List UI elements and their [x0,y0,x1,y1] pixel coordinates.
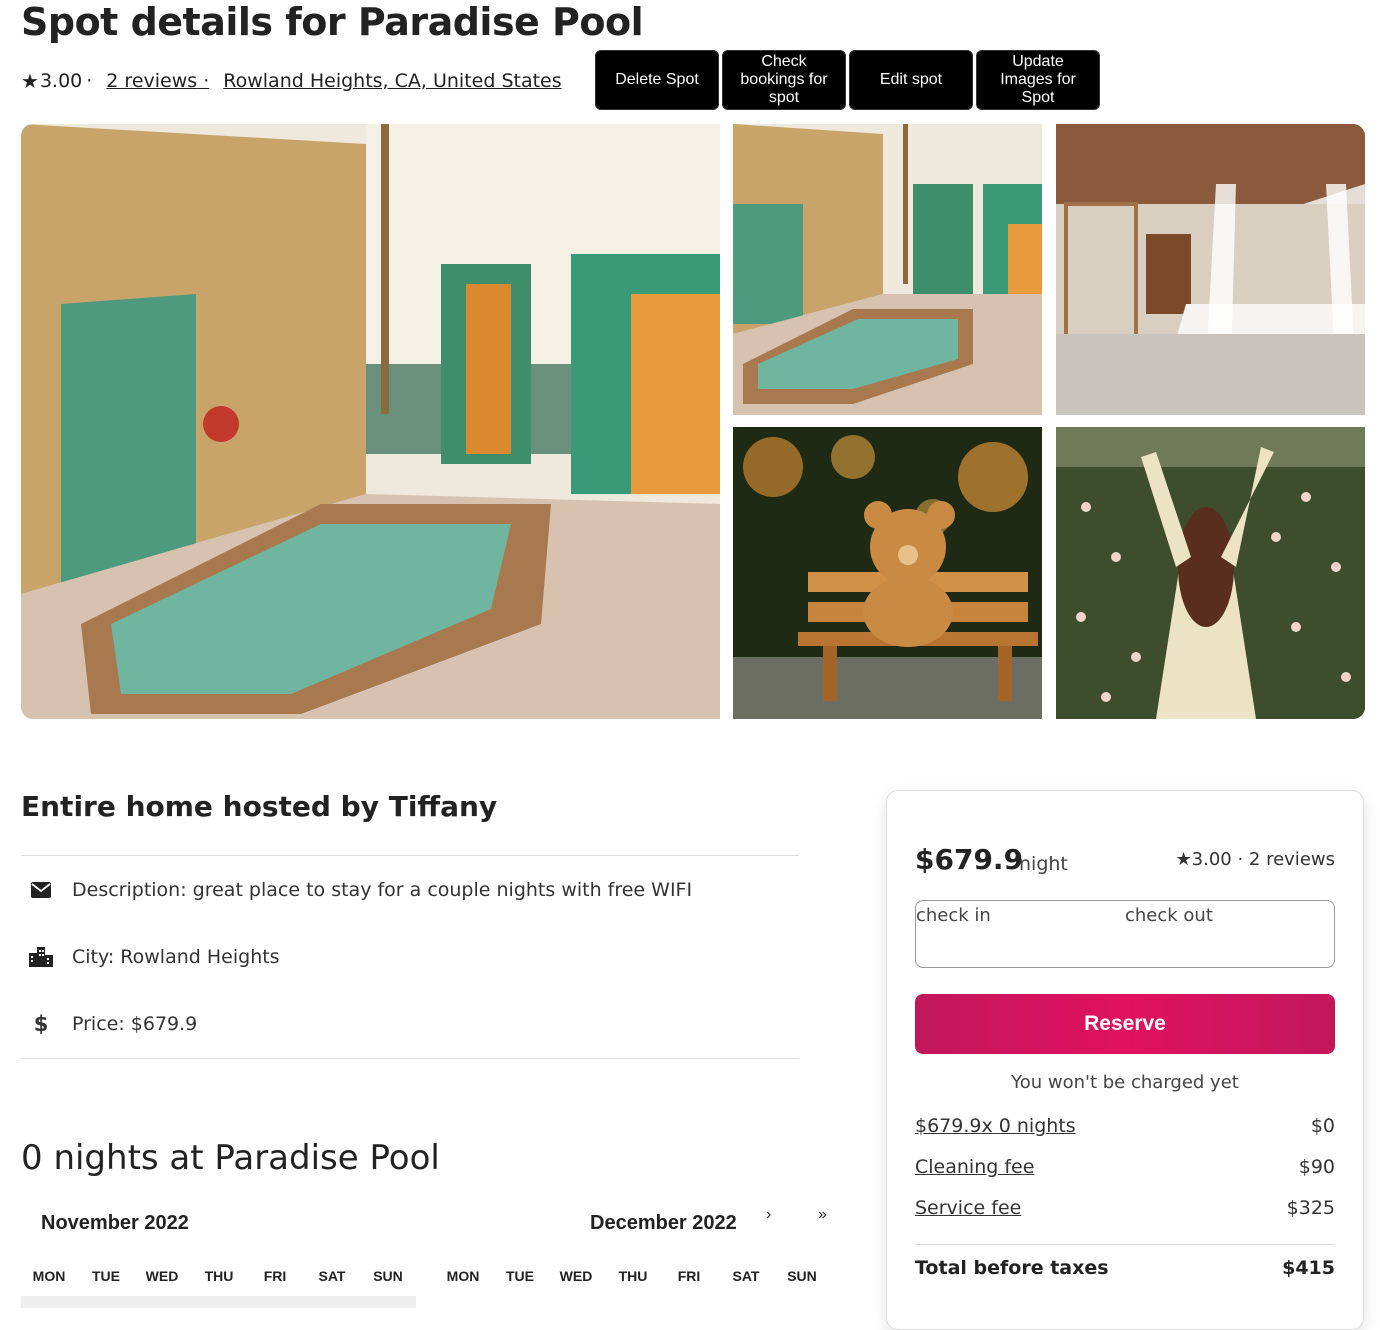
weekday-label: MON [32,1268,66,1284]
check-bookings-button[interactable]: Check bookings for spot [722,50,846,110]
nights-fee-label[interactable]: $679.9x 0 nights [915,1115,1076,1137]
star-icon: ★ [21,69,39,93]
cleaning-fee-value: $90 [1298,1156,1335,1178]
fee-row-cleaning: Cleaning fee $90 [915,1156,1335,1178]
total-label: Total before taxes [915,1257,1109,1279]
next-month-button[interactable]: › [766,1206,771,1224]
card-rating-value: 3.00 [1191,849,1232,870]
divider [915,1244,1335,1245]
fee-row-nights: $679.9x 0 nights $0 [915,1115,1335,1137]
weekday-label: SAT [732,1268,760,1284]
dollar-icon: $ [33,1012,49,1036]
nightly-price: $679.9 [915,843,1024,876]
weekday-label: THU [618,1268,648,1284]
edit-spot-button[interactable]: Edit spot [849,50,973,110]
next-year-button[interactable]: » [818,1206,827,1224]
check-in-field[interactable]: check in [916,905,991,926]
owner-actions: Delete Spot Check bookings for spot Edit… [595,50,1100,110]
divider [21,855,799,856]
pool-photo[interactable] [733,124,1042,415]
weekday-label: SAT [318,1268,346,1284]
nights-fee-value: $0 [1310,1115,1335,1137]
main-photo[interactable] [21,124,720,719]
price-row: $ Price: $679.9 [21,1004,799,1044]
check-out-field[interactable]: check out [1125,905,1213,926]
host-heading: Entire home hosted by Tiffany [21,790,498,823]
garden-photo[interactable] [1056,427,1365,719]
description-text: Description: great place to stay for a c… [72,879,693,901]
reviews-link[interactable]: 2 reviews · [106,70,209,92]
city-row: City: Rowland Heights [21,937,799,977]
location-link[interactable]: Rowland Heights, CA, United States [223,70,561,92]
spot-meta: ★ 3.00 · 2 reviews · Rowland Heights, CA… [21,66,562,96]
star-icon: ★ [1175,849,1192,870]
weekday-label: THU [204,1268,234,1284]
weekday-label: TUE [506,1268,534,1284]
update-images-button[interactable]: Update Images for Spot [976,50,1100,110]
envelope-icon [21,882,61,898]
fee-row-service: Service fee $325 [915,1197,1335,1219]
teddy-photo[interactable] [733,427,1042,719]
city-icon [21,947,61,967]
weekday-label: MON [446,1268,480,1284]
delete-spot-button[interactable]: Delete Spot [595,50,719,110]
service-fee-label[interactable]: Service fee [915,1197,1021,1219]
description-row: Description: great place to stay for a c… [21,870,799,910]
reviews-link-text: 2 reviews [106,70,198,92]
city-text: City: Rowland Heights [72,946,280,968]
weekday-label: SUN [373,1268,403,1284]
rating-value: 3.00 [39,70,83,92]
photo-gallery [21,124,1365,719]
no-charge-note: You won't be charged yet [1011,1072,1239,1093]
weekday-label: TUE [92,1268,120,1284]
weekday-label: FRI [677,1268,701,1284]
separator-dot: · [86,70,93,92]
cleaning-fee-label[interactable]: Cleaning fee [915,1156,1034,1178]
weekday-label: WED [145,1268,179,1284]
bedroom-photo[interactable] [1056,124,1365,415]
calendar-month-right: December 2022 [590,1212,737,1234]
card-reviews: 2 reviews [1248,849,1335,870]
calendar-week-row[interactable] [21,1296,416,1308]
page-title: Spot details for Paradise Pool [21,0,644,44]
total-value: $415 [1282,1257,1335,1279]
calendar-month-left: November 2022 [41,1212,189,1234]
reserve-button[interactable]: Reserve [915,994,1335,1054]
divider [21,1058,799,1059]
per-night-label: night [1019,853,1068,875]
weekday-label: FRI [263,1268,287,1284]
weekday-label: SUN [787,1268,817,1284]
nights-heading: 0 nights at Paradise Pool [21,1138,440,1178]
service-fee-value: $325 [1286,1197,1335,1219]
price-text: Price: $679.9 [72,1013,198,1035]
date-picker[interactable]: check in check out [915,900,1335,968]
total-row: Total before taxes $415 [915,1257,1335,1279]
booking-card: $679.9 night ★3.00 · 2 reviews check in … [886,790,1364,1330]
weekday-label: WED [559,1268,593,1284]
card-rating: ★3.00 · 2 reviews [1175,849,1335,870]
